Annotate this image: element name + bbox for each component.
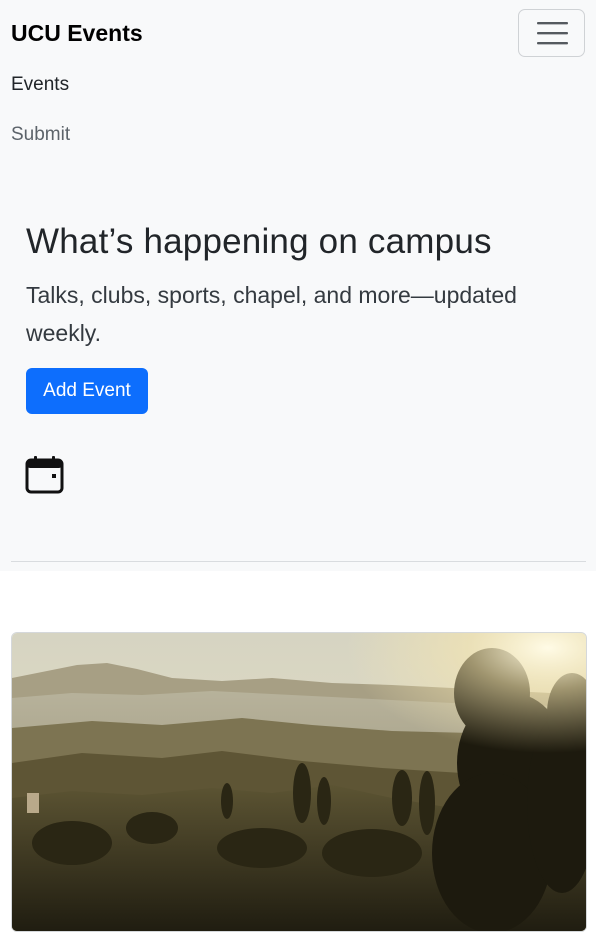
page-title: What’s happening on campus [26,222,492,261]
nav-link-events[interactable]: Events [11,74,69,96]
hero-subtitle: Talks, clubs, sports, chapel, and more—u… [26,282,517,346]
hero-section: UCU Events Events Submit What’s happenin… [0,0,596,571]
nav-link-submit[interactable]: Submit [11,124,70,146]
calendar-icon [25,456,64,494]
navbar-toggle-button[interactable] [518,9,585,57]
event-card-image [12,633,586,931]
add-event-button[interactable]: Add Event [26,368,148,414]
event-card[interactable] [11,632,587,932]
section-divider [11,561,586,562]
hamburger-icon [537,22,568,45]
brand-logo[interactable]: UCU Events [11,20,143,47]
